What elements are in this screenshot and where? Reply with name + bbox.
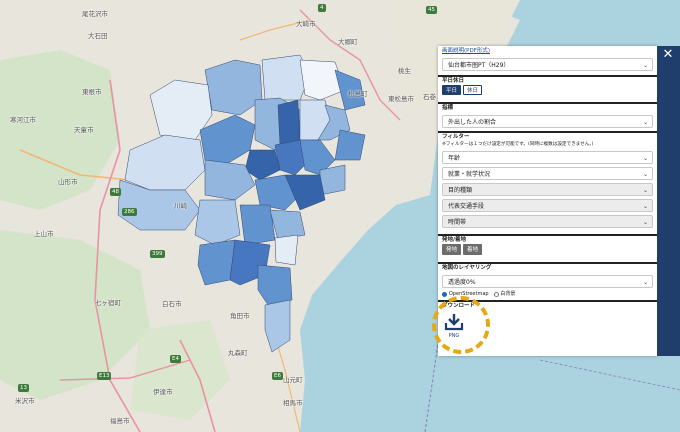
map-label: 白石市 xyxy=(162,300,182,308)
road-shield: 45 xyxy=(426,6,437,14)
opacity-select-value: 透過度0% xyxy=(448,279,476,286)
filter-note: ※フィルターは１つだけ設定が可能です。(同時に複数は設定できません。) xyxy=(442,142,594,147)
map-label: 天童市 xyxy=(74,126,94,134)
chevron-down-icon: ⌄ xyxy=(642,155,648,162)
origin-button[interactable]: 発地 xyxy=(442,244,462,255)
survey-select-value: 仙台都市圏PT（H29） xyxy=(448,62,510,69)
road-shield: 4 xyxy=(318,4,326,12)
road-shield: 399 xyxy=(150,250,165,258)
chevron-down-icon: ⌄ xyxy=(642,187,648,194)
opacity-select[interactable]: 透過度0% ⌄ xyxy=(442,275,653,288)
day-type-title: 平日休日 xyxy=(442,78,465,84)
map-label: 東松島市 xyxy=(388,95,414,103)
chevron-down-icon: ⌄ xyxy=(642,62,648,69)
divider xyxy=(438,102,657,104)
map-label: 川崎 xyxy=(174,202,187,210)
weekday-button[interactable]: 平日 xyxy=(442,85,462,95)
chevron-down-icon: ⌄ xyxy=(642,171,648,178)
road-shield: 13 xyxy=(18,384,29,392)
map-label: 大郷町 xyxy=(338,38,358,46)
road-shield: E13 xyxy=(97,372,112,380)
road-shield: E4 xyxy=(170,355,181,363)
holiday-button[interactable]: 休日 xyxy=(463,85,483,95)
sidebar xyxy=(657,46,680,356)
chevron-down-icon: ⌄ xyxy=(642,119,648,126)
map-label: 山形市 xyxy=(58,178,78,186)
map-label: 角田市 xyxy=(230,312,250,320)
road-shield: E6 xyxy=(272,372,283,380)
map-label: 山元町 xyxy=(283,376,303,384)
filter-option-label: 目的種類 xyxy=(448,187,473,194)
filter-select-employment[interactable]: 就業・就学状況 ⌄ xyxy=(442,167,653,180)
road-shield: 286 xyxy=(122,208,137,216)
map-label: 七ヶ宿町 xyxy=(95,299,121,307)
map-label: 上山市 xyxy=(34,230,54,238)
filter-option-label: 時間帯 xyxy=(448,219,467,226)
filter-select-purpose[interactable]: 目的種類 ⌄ xyxy=(442,183,653,196)
map-label: 石巻 xyxy=(423,93,436,101)
map-label: 相馬市 xyxy=(283,399,303,407)
basemap-label-white: 白背景 xyxy=(500,291,516,297)
destination-button[interactable]: 着地 xyxy=(463,244,483,255)
map-label: 尾花沢市 xyxy=(82,10,108,18)
divider xyxy=(438,75,657,77)
od-title: 発地/着地 xyxy=(442,237,467,243)
close-icon[interactable]: ✕ xyxy=(661,48,675,62)
explain-pdf-link[interactable]: 画面説明(PDF形式) xyxy=(442,48,653,55)
basemap-radio-osm[interactable] xyxy=(442,291,447,297)
map-label: 伊達市 xyxy=(153,388,173,396)
map-label: 米沢市 xyxy=(15,397,35,405)
basemap-radio-white[interactable] xyxy=(493,291,499,297)
chevron-down-icon: ⌄ xyxy=(642,203,648,210)
filter-option-label: 就業・就学状況 xyxy=(448,171,491,178)
filter-option-label: 代表交通手段 xyxy=(448,203,485,210)
survey-select[interactable]: 仙台都市圏PT（H29） ⌄ xyxy=(442,58,653,71)
divider xyxy=(438,262,657,264)
filter-select-time[interactable]: 時間帯 ⌄ xyxy=(442,215,653,228)
filter-select-age[interactable]: 年齢 ⌄ xyxy=(442,151,653,164)
map-label: 東根市 xyxy=(82,88,102,96)
divider xyxy=(438,131,657,133)
download-highlight-circle xyxy=(432,296,490,354)
map-label: 桃生 xyxy=(398,67,411,75)
map-label: 松島町 xyxy=(348,90,368,98)
filter-select-transport[interactable]: 代表交通手段 ⌄ xyxy=(442,199,653,212)
layering-title: 地図のレイヤリング xyxy=(442,265,492,271)
map-label: 寒河江市 xyxy=(10,116,36,124)
map-label: 大石田 xyxy=(88,32,108,40)
indicator-title: 指標 xyxy=(442,105,454,111)
chevron-down-icon: ⌄ xyxy=(642,279,648,286)
map-label: 丸森町 xyxy=(228,349,248,357)
map-label: 福島市 xyxy=(110,417,130,425)
filter-title: フィルター xyxy=(442,134,470,140)
map-label: 大崎市 xyxy=(296,20,316,28)
indicator-select-value: 外出した人の割合 xyxy=(448,119,497,126)
divider xyxy=(438,234,657,236)
indicator-select[interactable]: 外出した人の割合 ⌄ xyxy=(442,115,653,128)
filter-option-label: 年齢 xyxy=(448,155,461,162)
chevron-down-icon: ⌄ xyxy=(642,219,648,226)
road-shield: 48 xyxy=(110,188,121,196)
